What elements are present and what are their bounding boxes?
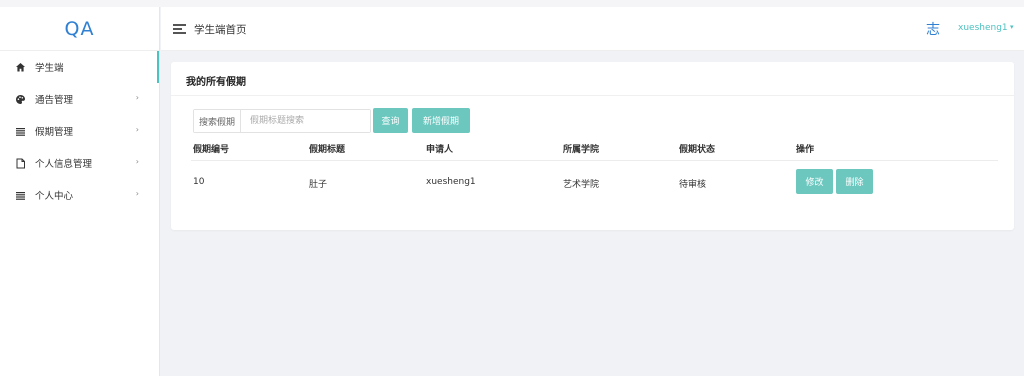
logo[interactable]: QA — [0, 7, 159, 51]
top-header: 学生端首页 志 xuesheng1 ▾ — [161, 7, 1024, 51]
query-button[interactable]: 查询 — [373, 108, 408, 133]
sidebar-item-label: 个人信息管理 — [35, 159, 93, 170]
column-header-title: 假期标题 — [309, 145, 346, 155]
chevron-right-icon: › — [135, 157, 139, 166]
menu-toggle-icon[interactable] — [173, 24, 186, 34]
sidebar-item-notice[interactable]: 通告管理 › — [0, 83, 159, 115]
sidebar: QA 学生端 通告管理 › 假期管理 › 个人信息管理 › 个人中心 › — [0, 7, 160, 376]
file-icon — [14, 157, 26, 169]
cell-applicant: xuesheng1 — [426, 177, 476, 187]
avatar[interactable]: 志 — [926, 19, 940, 39]
column-header-id: 假期编号 — [193, 145, 230, 155]
logo-text[interactable]: QA — [65, 18, 95, 40]
list-icon — [14, 125, 26, 137]
sidebar-item-student[interactable]: 学生端 — [0, 51, 159, 83]
sidebar-item-label: 通告管理 — [35, 95, 74, 106]
top-strip — [0, 0, 1024, 7]
holiday-card: 我的所有假期 搜索假期 查询 新增假期 假期编号 假期标题 申请人 所属学院 假… — [171, 62, 1014, 230]
card-title: 我的所有假期 — [186, 77, 246, 88]
search-input[interactable] — [241, 110, 370, 132]
column-header-college: 所属学院 — [563, 145, 600, 155]
sidebar-item-personal-center[interactable]: 个人中心 › — [0, 179, 159, 211]
cell-title: 肚子 — [309, 180, 328, 190]
user-menu[interactable]: xuesheng1 — [958, 23, 1008, 33]
column-header-applicant: 申请人 — [426, 145, 454, 155]
list-icon — [14, 189, 26, 201]
sidebar-item-label: 学生端 — [35, 63, 64, 74]
sidebar-item-label: 假期管理 — [35, 127, 74, 138]
palette-icon — [14, 93, 26, 105]
column-header-status: 假期状态 — [679, 145, 716, 155]
sidebar-item-personal-info[interactable]: 个人信息管理 › — [0, 147, 159, 179]
divider — [171, 95, 1014, 96]
column-header-actions: 操作 — [796, 145, 815, 155]
chevron-right-icon: › — [135, 189, 139, 198]
search-label: 搜索假期 — [194, 110, 241, 132]
cell-status: 待审核 — [679, 180, 707, 190]
search-group: 搜索假期 — [193, 109, 371, 133]
delete-button[interactable]: 删除 — [836, 169, 873, 194]
add-holiday-button[interactable]: 新增假期 — [412, 108, 470, 133]
chevron-right-icon: › — [135, 125, 139, 134]
table-header-divider — [191, 160, 998, 161]
cell-id: 10 — [193, 177, 205, 187]
sidebar-item-holiday[interactable]: 假期管理 › — [0, 115, 159, 147]
chevron-down-icon[interactable]: ▾ — [1010, 23, 1014, 31]
chevron-right-icon: › — [135, 93, 139, 102]
edit-button[interactable]: 修改 — [796, 169, 833, 194]
home-icon — [14, 61, 26, 73]
sidebar-item-label: 个人中心 — [35, 191, 74, 202]
cell-college: 艺术学院 — [563, 180, 600, 190]
page-title: 学生端首页 — [194, 24, 247, 36]
